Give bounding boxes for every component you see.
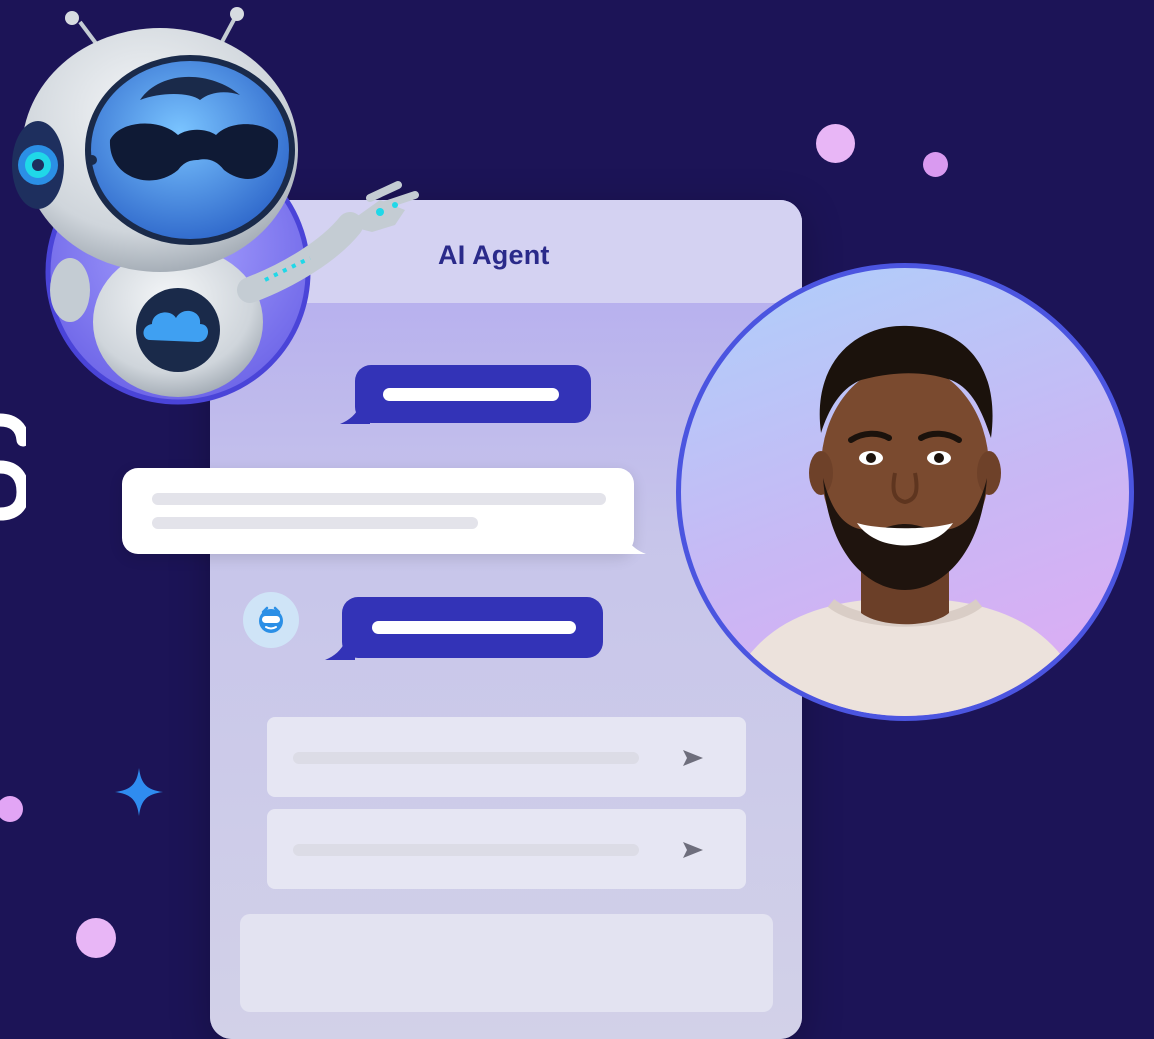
chat-title: AI Agent [438,240,550,270]
agent-message [342,597,603,658]
send-arrow-icon[interactable] [682,841,704,859]
suggested-reply[interactable] [267,809,746,889]
incoming-message [122,468,634,554]
message-text-placeholder [152,517,478,529]
robot-mascot [12,7,419,405]
send-arrow-icon[interactable] [682,749,704,767]
user-avatar [676,263,1134,721]
person-photo [721,325,1089,716]
decor-dot [816,124,855,163]
robot-face-icon [259,606,283,633]
partial-heading-glyph [0,413,26,521]
message-composer[interactable] [240,914,773,1012]
message-text-placeholder [372,621,576,634]
message-text-placeholder [152,493,606,505]
bubble-tail [614,534,646,554]
bubble-tail [325,642,355,660]
sparkle-icon [115,768,163,816]
suggestion-text-placeholder [293,844,639,856]
suggestion-text-placeholder [293,752,639,764]
decor-dot [76,918,116,958]
suggested-reply[interactable] [267,717,746,797]
decor-dot [923,152,948,177]
decor-dot [0,796,23,822]
agent-avatar [243,592,299,648]
